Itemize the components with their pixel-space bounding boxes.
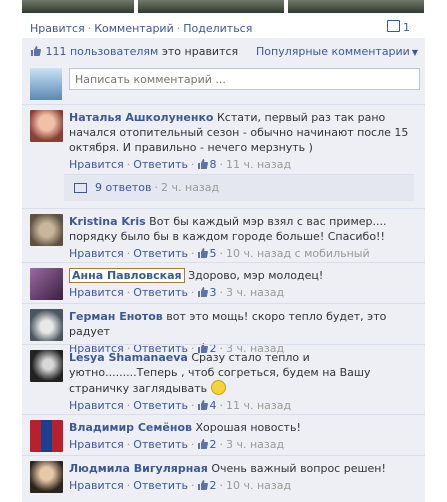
reply-link[interactable]: Ответить (133, 247, 188, 260)
reply-link[interactable]: Ответить (133, 286, 188, 299)
timestamp: 2 ч. назад (161, 181, 220, 194)
avatar[interactable] (30, 350, 63, 382)
chevron-down-icon: ▼ (411, 48, 418, 57)
thumbs-up-icon (198, 248, 209, 258)
comment-text: Хорошая новость! (195, 421, 301, 434)
reply-link[interactable]: Ответить (133, 399, 188, 412)
photo-strip (0, 0, 447, 13)
share-link[interactable]: Поделиться (183, 22, 252, 35)
thumbs-up-icon (31, 46, 41, 56)
thumbs-up-icon (198, 159, 209, 169)
post-actions: Нравится · Комментарий · Поделиться (30, 22, 253, 35)
replies-link[interactable]: 9 ответов · 2 ч. назад (64, 174, 414, 201)
comment-author[interactable]: Людмила Вигулярная (69, 462, 208, 475)
comment-item: Людмила Вигулярная Очень важный вопрос р… (30, 461, 418, 499)
comment-item: Владимир Семёнов Хорошая новость! Нравит… (30, 420, 418, 454)
comment-item: Наталья Ашколуненко Кстати, первый раз т… (30, 110, 418, 172)
like-count[interactable]: 2 (209, 438, 216, 451)
comment-composer (30, 66, 420, 102)
replies-icon (74, 183, 87, 193)
divider (22, 455, 425, 456)
comment-meta: Нравится · Ответить · 8 · 11 ч. назад (69, 158, 292, 171)
thumbs-up-icon (198, 287, 209, 297)
comment-author[interactable]: Наталья Ашколуненко (69, 111, 213, 124)
timestamp: 11 ч. назад (225, 158, 292, 171)
like-count[interactable]: 2 (209, 479, 216, 492)
divider (22, 262, 425, 263)
divider (22, 344, 425, 345)
comment-text: Очень важный вопрос решен! (211, 462, 386, 475)
thumbs-up-icon (198, 480, 209, 490)
photo-thumbnail[interactable] (288, 0, 424, 13)
avatar[interactable] (30, 214, 63, 246)
like-count[interactable]: 4 (209, 399, 216, 412)
avatar[interactable] (30, 268, 63, 300)
like-link[interactable]: Нравится (69, 399, 124, 412)
smiley-icon (210, 380, 226, 395)
like-link[interactable]: Нравится (69, 247, 124, 260)
comment-author[interactable]: Lesya Shamanaeva (69, 351, 188, 364)
comment-item: Герман Енотов вот это мощь! скоро тепло … (30, 309, 418, 355)
comment-author[interactable]: Анна Павловская (69, 268, 185, 283)
timestamp: 10 ч. назад с мобильный (225, 247, 370, 260)
comment-item: Lesya Shamanaeva Сразу стало тепло и уют… (30, 350, 418, 414)
like-link[interactable]: Нравится (30, 22, 85, 35)
replies-count[interactable]: 9 ответов (95, 181, 152, 194)
photo-thumbnail[interactable] (22, 0, 134, 13)
timestamp: 10 ч. назад (225, 479, 292, 492)
likes-summary: 111 пользователям это нравится Популярны… (30, 45, 418, 63)
avatar[interactable] (30, 309, 63, 341)
like-link[interactable]: Нравится (69, 286, 124, 299)
sort-dropdown[interactable]: Популярные комментарии ▼ (256, 45, 418, 58)
comment-meta: Нравится · Ответить · 2 · 10 ч. назад (69, 479, 292, 492)
thumbs-up-icon (198, 439, 209, 449)
comment-author[interactable]: Kristina Kris (69, 215, 146, 228)
reply-link[interactable]: Ответить (133, 158, 188, 171)
photo-thumbnail[interactable] (138, 0, 284, 13)
like-count[interactable]: 3 (209, 286, 216, 299)
timestamp: 11 ч. назад (225, 399, 292, 412)
comment-meta: Нравится · Ответить · 3 · 3 ч. назад (69, 286, 285, 299)
comment-count[interactable]: 1 (387, 20, 410, 34)
like-count[interactable]: 5 (209, 247, 216, 260)
avatar[interactable] (30, 461, 63, 493)
like-link[interactable]: Нравится (69, 438, 124, 451)
divider (22, 303, 425, 304)
divider (22, 414, 425, 415)
divider (22, 208, 425, 209)
comment-author[interactable]: Владимир Семёнов (69, 421, 192, 434)
comment-item: Kristina Kris Вот бы каждый мэр взял с в… (30, 214, 418, 262)
likers-link[interactable]: 111 пользователям (46, 45, 159, 58)
comment-icon (387, 20, 400, 32)
avatar[interactable] (30, 110, 63, 142)
comment-link[interactable]: Комментарий (94, 22, 174, 35)
comment-meta: Нравится · Ответить · 5 · 10 ч. назад с мобиль… (69, 247, 370, 260)
comment-input[interactable] (69, 68, 420, 90)
comment-item: Анна Павловская Здорово, мэр молодец! Нр… (30, 268, 418, 302)
timestamp: 3 ч. назад (225, 286, 285, 299)
avatar (30, 68, 62, 100)
avatar[interactable] (30, 420, 63, 452)
comment-meta: Нравится · Ответить · 2 · 3 ч. назад (69, 438, 285, 451)
like-count[interactable]: 8 (209, 158, 216, 171)
timestamp: 3 ч. назад (225, 438, 285, 451)
comment-author[interactable]: Герман Енотов (69, 310, 163, 323)
comment-meta: Нравится · Ответить · 4 · 11 ч. назад (69, 399, 292, 412)
reply-link[interactable]: Ответить (133, 479, 188, 492)
like-link[interactable]: Нравится (69, 479, 124, 492)
reply-link[interactable]: Ответить (133, 438, 188, 451)
divider (22, 104, 425, 105)
like-link[interactable]: Нравится (69, 158, 124, 171)
comment-text: Здорово, мэр молодец! (188, 269, 324, 282)
thumbs-up-icon (198, 400, 209, 410)
